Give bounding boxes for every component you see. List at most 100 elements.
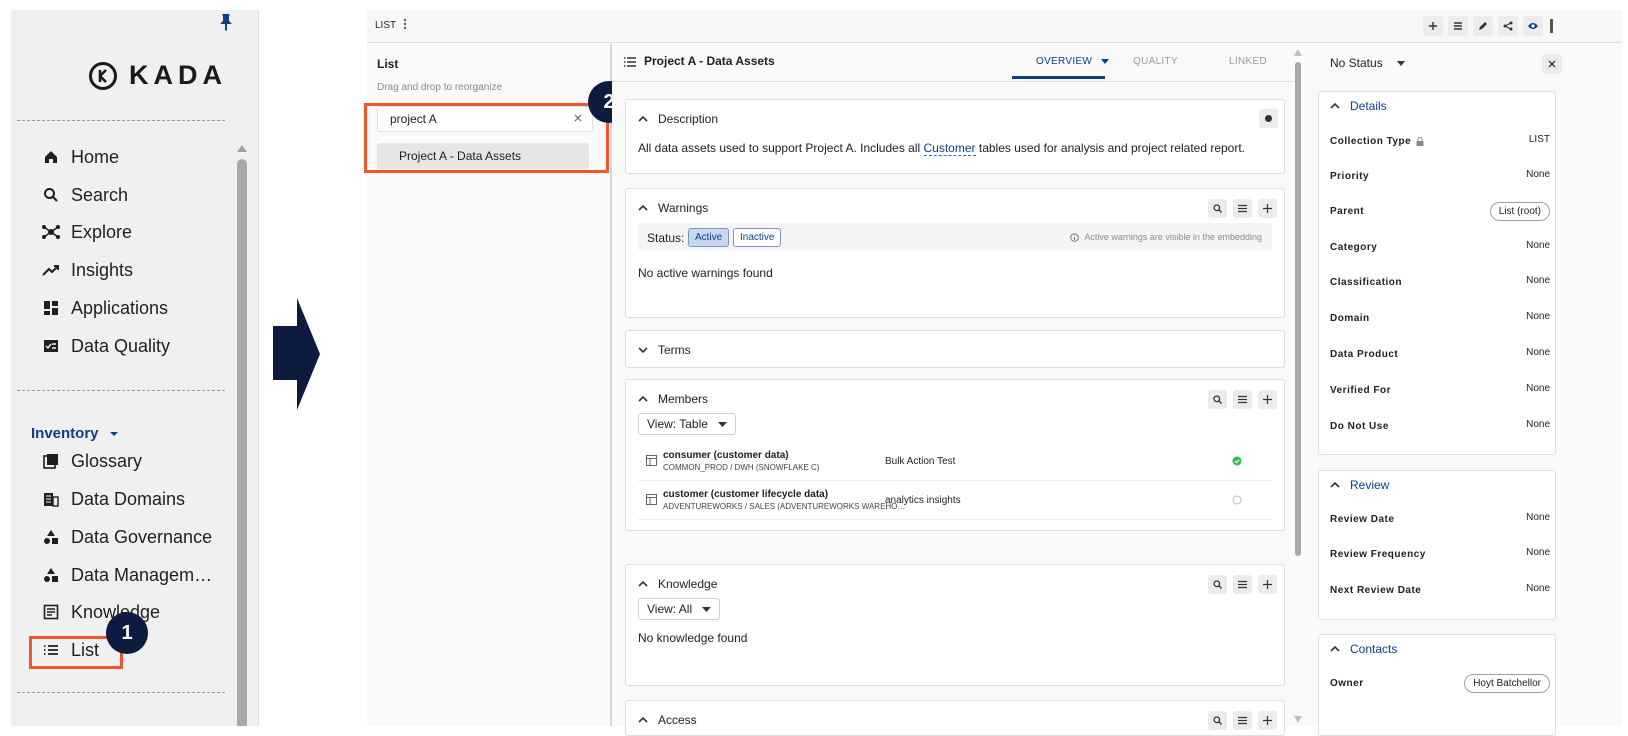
data-domains-icon (41, 489, 61, 509)
member-name[interactable]: customer (customer lifecycle data) (663, 489, 828, 500)
plus-icon[interactable] (1258, 711, 1277, 730)
search-icon (41, 185, 61, 205)
tab-linked[interactable]: LINKED (1229, 56, 1267, 67)
select-value: View: Table (647, 417, 708, 431)
search-icon[interactable] (1208, 390, 1227, 409)
edit-button[interactable] (1473, 16, 1493, 36)
tab-quality[interactable]: QUALITY (1133, 56, 1178, 67)
review-value[interactable]: None (1526, 512, 1550, 523)
detail-value[interactable]: None (1526, 275, 1550, 286)
review-card (1318, 470, 1556, 620)
nav-label: Explore (71, 221, 133, 242)
warnings-empty: No active warnings found (638, 266, 773, 280)
collapse-icon (1330, 646, 1340, 652)
detail-label: Domain (1330, 313, 1370, 324)
sidebar-scrollbar[interactable] (235, 142, 249, 726)
nav-item-search[interactable]: Search (41, 181, 128, 209)
nav-item-applications[interactable]: Applications (41, 294, 168, 322)
nav-item-explore[interactable]: Explore (41, 218, 132, 246)
access-header[interactable]: Access (638, 713, 697, 727)
collapse-icon (1330, 103, 1340, 109)
plus-icon[interactable] (1258, 390, 1277, 409)
menu-icon[interactable] (1233, 390, 1252, 409)
highlight-search-results (364, 103, 609, 173)
members-view-select[interactable]: View: Table (638, 413, 736, 435)
list-menu-button[interactable] (1448, 16, 1468, 36)
more-vert-icon[interactable] (403, 18, 407, 30)
nav-item-home[interactable]: Home (41, 143, 119, 171)
caret-down-icon (1101, 58, 1110, 64)
ai-button[interactable] (1259, 109, 1278, 128)
detail-label: Classification (1330, 277, 1403, 288)
collapse-icon (638, 396, 648, 402)
inventory-section-toggle[interactable]: Inventory (31, 425, 119, 442)
watch-button[interactable] (1523, 16, 1543, 36)
plus-icon (1428, 21, 1438, 31)
collapse-icon (638, 116, 648, 122)
warnings-header[interactable]: Warnings (638, 201, 708, 215)
members-header[interactable]: Members (638, 392, 708, 406)
top-toolbar: LIST (367, 10, 1622, 43)
review-label: Review Frequency (1330, 549, 1426, 560)
member-path: COMMON_PROD / DWH (SNOWFLAKE C) (663, 463, 820, 472)
overflow-indicator (1550, 19, 1553, 33)
detail-value[interactable]: None (1526, 240, 1550, 251)
section-title: Access (658, 713, 697, 727)
member-name[interactable]: consumer (customer data) (663, 450, 789, 461)
status-active-chip[interactable]: Active (688, 228, 730, 247)
status-select[interactable]: No Status (1330, 56, 1405, 70)
plus-icon[interactable] (1258, 199, 1277, 218)
owner-chip[interactable]: Hoyt Batchellor (1464, 674, 1550, 693)
review-header[interactable]: Review (1330, 478, 1389, 492)
detail-value[interactable]: None (1526, 419, 1550, 430)
menu-icon[interactable] (1233, 199, 1252, 218)
detail-value[interactable]: None (1526, 383, 1550, 394)
nav-item-data-domains[interactable]: Data Domains (41, 485, 185, 513)
table-icon (646, 494, 657, 505)
nav-item-data-management[interactable]: Data Managem… (41, 561, 212, 589)
knowledge-view-select[interactable]: View: All (638, 598, 721, 620)
pin-icon[interactable] (218, 13, 234, 31)
knowledge-header[interactable]: Knowledge (638, 577, 717, 591)
detail-value[interactable]: None (1526, 311, 1550, 322)
menu-icon[interactable] (1233, 711, 1252, 730)
menu-icon[interactable] (1233, 575, 1252, 594)
nav-label: Glossary (71, 450, 143, 471)
search-icon[interactable] (1208, 199, 1227, 218)
data-governance-icon (41, 527, 61, 547)
callout-badge-1: 1 (106, 612, 148, 654)
collapse-icon (1330, 482, 1340, 488)
nav-label: Search (71, 184, 129, 205)
terms-header[interactable]: Terms (638, 343, 691, 357)
parent-chip[interactable]: List (root) (1489, 202, 1550, 221)
description-header[interactable]: Description (638, 112, 718, 126)
table-row[interactable]: customer (customer lifecycle data) ADVEN… (638, 482, 1272, 520)
nav-item-insights[interactable]: Insights (41, 256, 133, 284)
search-icon[interactable] (1208, 575, 1227, 594)
center-scrollbar[interactable] (1293, 46, 1303, 726)
tab-overview[interactable]: OVERVIEW (1036, 56, 1110, 67)
tab-label: OVERVIEW (1036, 56, 1093, 67)
details-header[interactable]: Details (1330, 99, 1387, 113)
customer-link[interactable]: Customer (923, 141, 976, 156)
warnings-note-text: Active warnings are visible in the embed… (1084, 232, 1262, 242)
detail-value[interactable]: None (1526, 347, 1550, 358)
table-row[interactable]: consumer (customer data) COMMON_PROD / D… (638, 443, 1272, 481)
close-button[interactable] (1542, 54, 1562, 74)
nav-item-data-governance[interactable]: Data Governance (41, 523, 212, 551)
nav-label: Applications (71, 297, 169, 318)
search-icon[interactable] (1208, 711, 1227, 730)
section-title: Terms (658, 343, 691, 357)
share-button[interactable] (1498, 16, 1518, 36)
status-inactive-chip[interactable]: Inactive (733, 228, 782, 247)
plus-icon[interactable] (1258, 575, 1277, 594)
add-button[interactable] (1423, 16, 1443, 36)
select-value: View: All (647, 602, 693, 616)
data-management-icon (41, 565, 61, 585)
contacts-header[interactable]: Contacts (1330, 642, 1397, 656)
review-value[interactable]: None (1526, 547, 1550, 558)
warnings-actions (1208, 199, 1277, 218)
nav-item-data-quality[interactable]: Data Quality (41, 332, 170, 360)
warnings-note: Active warnings are visible in the embed… (1070, 232, 1262, 242)
nav-item-glossary[interactable]: Glossary (41, 447, 142, 475)
